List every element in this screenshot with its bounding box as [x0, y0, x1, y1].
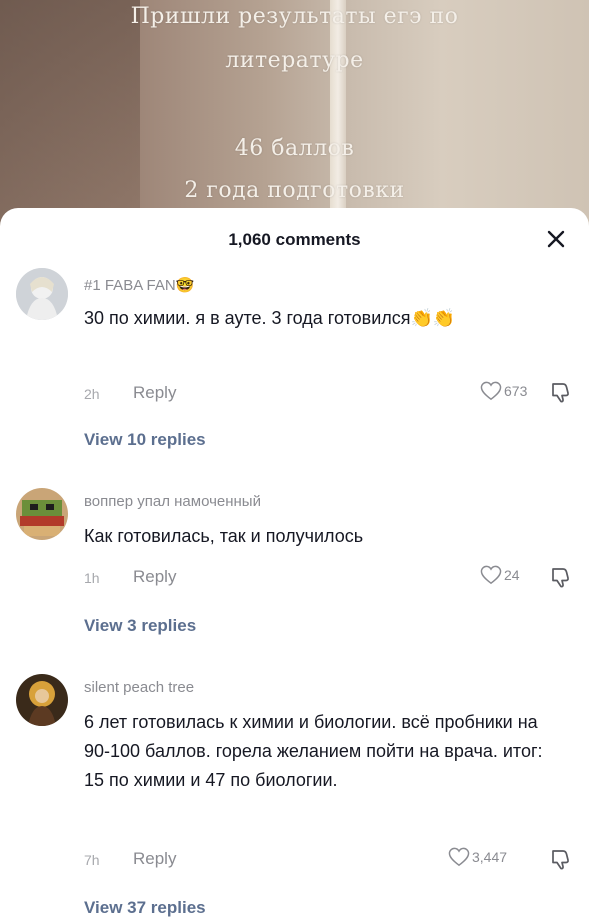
comment-text: 6 лет готовилась к химии и биологии. всё…	[84, 712, 543, 790]
comment-time: 1h	[84, 570, 100, 586]
avatar[interactable]	[16, 674, 68, 726]
comment-username[interactable]: воппер упал намоченный	[84, 493, 261, 510]
like-button[interactable]: 24	[480, 565, 520, 585]
view-replies-button[interactable]: View 37 replies	[84, 898, 206, 918]
avatar-image	[16, 268, 68, 320]
caption-line-1: Пришли результаты егэ по	[130, 4, 459, 29]
close-icon	[547, 230, 565, 248]
reply-button[interactable]: Reply	[133, 849, 176, 869]
comment-text: Как готовилась, так и получилось	[84, 526, 364, 546]
dislike-icon[interactable]	[549, 847, 573, 871]
comments-count-title: 1,060 comments	[228, 230, 361, 249]
caption-line-4: 46 баллов	[234, 136, 355, 161]
heart-icon	[480, 565, 502, 585]
avatar-image	[16, 488, 68, 540]
comment-username[interactable]: silent peach tree	[84, 679, 194, 696]
caption-line-5: 2 года подготовки	[184, 178, 405, 203]
view-replies-button[interactable]: View 3 replies	[84, 616, 196, 636]
like-count: 673	[504, 383, 528, 399]
view-replies-button[interactable]: View 10 replies	[84, 430, 206, 450]
comment-time: 7h	[84, 852, 100, 868]
avatar[interactable]	[16, 488, 68, 540]
reply-button[interactable]: Reply	[133, 567, 176, 587]
video-background: Пришли результаты егэ по литературе 46 б…	[0, 0, 589, 230]
like-count: 24	[504, 567, 520, 583]
comments-header: 1,060 comments	[0, 208, 589, 270]
dislike-icon[interactable]	[549, 565, 573, 589]
reply-button[interactable]: Reply	[133, 383, 176, 403]
comment-time: 2h	[84, 386, 100, 402]
like-button[interactable]: 3,447	[448, 847, 507, 867]
heart-icon	[480, 381, 502, 401]
avatar[interactable]	[16, 268, 68, 320]
comment-text: 30 по химии. я в ауте. 3 года готовился👏…	[84, 308, 456, 328]
avatar-image	[16, 674, 68, 726]
heart-icon	[448, 847, 470, 867]
caption-line-2: литературе	[225, 48, 364, 73]
like-count: 3,447	[472, 849, 508, 865]
like-button[interactable]: 673	[480, 381, 527, 401]
close-button[interactable]	[541, 224, 571, 254]
comment-username[interactable]: #1 FABA FAN🤓	[84, 276, 194, 294]
dislike-icon[interactable]	[549, 380, 573, 404]
